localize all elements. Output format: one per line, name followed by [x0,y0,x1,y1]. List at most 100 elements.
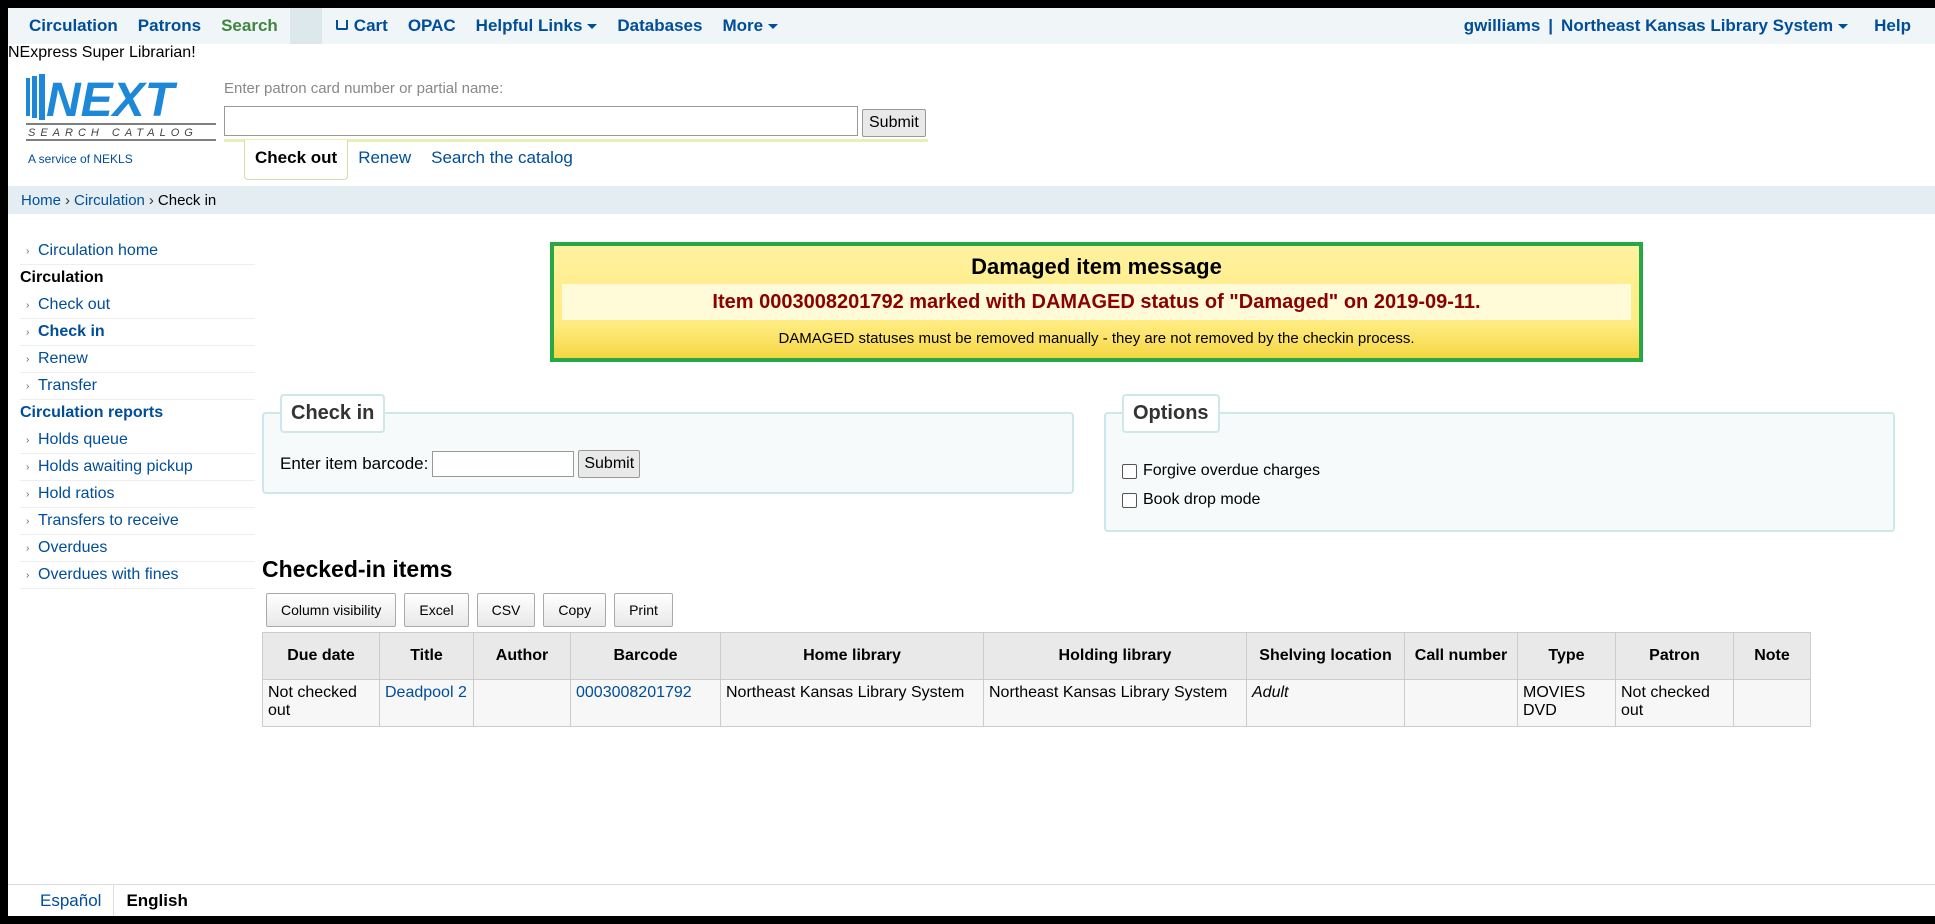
nav-cart[interactable]: Cart [328,8,400,44]
sidebar-item-circulation-home[interactable]: › Circulation home [20,238,255,265]
next-logo[interactable]: NEXT SEARCH CATALOG A service of NEKLS [20,74,220,166]
cell-call-number [1404,679,1518,727]
chevron-right-icon: › [26,515,30,527]
sidebar-item-label: Holds awaiting pickup [38,458,193,475]
copy-button[interactable]: Copy [543,593,607,627]
sidebar-item-check-out[interactable]: › Check out [20,292,255,319]
chevron-right-icon: › [26,434,30,446]
cell-due-date: Not checked out [262,679,380,727]
breadcrumb-separator: › [148,191,154,209]
sidebar-item-label: Transfer [38,377,97,394]
alert-title: Damaged item message [971,254,1222,279]
col-holding-library[interactable]: Holding library [983,632,1247,680]
language-espanol[interactable]: Español [8,885,115,916]
forgive-overdue-checkbox[interactable] [1122,463,1137,479]
chevron-right-icon: › [26,542,30,554]
search-dropdown-toggle[interactable] [289,8,322,44]
logo-sub: SEARCH CATALOG [28,127,198,139]
chevron-right-icon: › [26,299,30,311]
col-shelving-location[interactable]: Shelving location [1246,632,1405,680]
chevron-right-icon: › [26,353,30,365]
sidebar-item-check-in[interactable]: › Check in [20,319,255,346]
chevron-right-icon: › [26,380,30,392]
cell-note [1733,679,1811,727]
barcode-label: Enter item barcode: [280,454,429,473]
forgive-overdue-label: Forgive overdue charges [1143,462,1320,479]
nav-circulation[interactable]: Circulation [21,8,130,44]
sidebar-item-label: Overdues with fines [38,566,179,583]
nav-more-label: More [722,16,764,35]
nav-more[interactable]: More [714,8,790,44]
col-note[interactable]: Note [1733,632,1811,680]
nav-search[interactable]: Search [213,8,290,44]
next-logo-graphic: NEXT SEARCH CATALOG [26,74,216,141]
nav-help[interactable]: Help [1868,8,1917,44]
barcode-input[interactable] [432,451,575,477]
tab-check-out[interactable]: Check out [244,140,349,180]
csv-button[interactable]: CSV [476,593,536,627]
language-footer: Español English [8,884,1935,916]
sidebar-item-overdues[interactable]: › Overdues [20,535,255,562]
sidebar-item-transfer[interactable]: › Transfer [20,373,255,400]
nav-user[interactable]: gwilliams [1458,8,1547,44]
col-home-library[interactable]: Home library [720,632,984,680]
cell-title: Deadpool 2 [379,679,474,727]
barcode-link[interactable]: 0003008201792 [576,684,692,701]
user-title: NExpress Super Librarian! [8,44,196,61]
patron-search-input[interactable] [224,106,858,136]
nav-helpful-links[interactable]: Helpful Links [468,8,610,44]
nav-opac[interactable]: OPAC [400,8,468,44]
col-title[interactable]: Title [379,632,474,680]
column-visibility-button[interactable]: Column visibility [266,593,397,627]
sidebar-item-holds-queue[interactable]: › Holds queue [20,427,255,454]
logo-word: NEXT [46,74,178,127]
book-drop-checkbox[interactable] [1122,492,1137,508]
nav-library[interactable]: Northeast Kansas Library System [1555,8,1854,44]
table-header-row: Due date Title Author Barcode Home libra… [262,632,1811,680]
sidebar-heading-circulation: Circulation [20,269,104,286]
cell-home-library: Northeast Kansas Library System [720,679,984,727]
book-drop-label: Book drop mode [1143,491,1261,508]
col-type[interactable]: Type [1517,632,1616,680]
sidebar-item-hold-ratios[interactable]: › Hold ratios [20,481,255,508]
cell-patron: Not checked out [1615,679,1734,727]
circulation-tabs: Check out Renew Search the catalog [244,140,583,180]
sidebar-heading-circulation-reports[interactable]: Circulation reports [20,400,255,427]
nav-patrons[interactable]: Patrons [130,8,213,44]
checkin-legend: Check in [280,394,386,433]
print-button[interactable]: Print [614,593,673,627]
col-barcode[interactable]: Barcode [570,632,721,680]
tab-renew[interactable]: Renew [348,140,421,180]
col-author[interactable]: Author [473,632,571,680]
breadcrumb-circulation[interactable]: Circulation [74,192,145,209]
nav-cart-label: Cart [353,16,388,35]
excel-button[interactable]: Excel [404,593,469,627]
breadcrumb-separator: › [65,191,71,209]
col-patron[interactable]: Patron [1615,632,1734,680]
col-due-date[interactable]: Due date [262,632,380,680]
chevron-right-icon: › [26,488,30,500]
breadcrumb-home[interactable]: Home [21,192,61,209]
patron-submit-button[interactable]: Submit [862,109,926,137]
sidebar-item-holds-awaiting-pickup[interactable]: › Holds awaiting pickup [20,454,255,481]
sidebar-item-overdues-with-fines[interactable]: › Overdues with fines [20,562,255,589]
book-drop-option[interactable]: Book drop mode [1122,491,1260,509]
sidebar-item-transfers-to-receive[interactable]: › Transfers to receive [20,508,255,535]
col-call-number[interactable]: Call number [1404,632,1518,680]
cell-type: MOVIES DVD [1517,679,1616,727]
sidebar-item-renew[interactable]: › Renew [20,346,255,373]
checkin-submit-button[interactable]: Submit [578,450,641,478]
title-link[interactable]: Deadpool 2 [385,684,467,701]
checkin-fieldset: Check in Enter item barcode: Submit [262,394,1074,494]
chevron-right-icon: › [26,245,30,257]
sidebar-item-label: Holds queue [38,431,128,448]
tab-search-catalog[interactable]: Search the catalog [421,140,583,180]
alert-note: DAMAGED statuses must be removed manuall… [778,330,1415,347]
forgive-overdue-option[interactable]: Forgive overdue charges [1122,462,1320,480]
sidebar-item-label: Circulation home [38,242,159,259]
table-export-buttons: Column visibility Excel CSV Copy Print [266,593,673,627]
page: Circulation Patrons Search Cart OPAC Hel… [8,8,1935,916]
nav-databases[interactable]: Databases [609,8,714,44]
checked-in-table: Due date Title Author Barcode Home libra… [262,632,1811,727]
sidebar-item-label: Check in [38,323,105,340]
